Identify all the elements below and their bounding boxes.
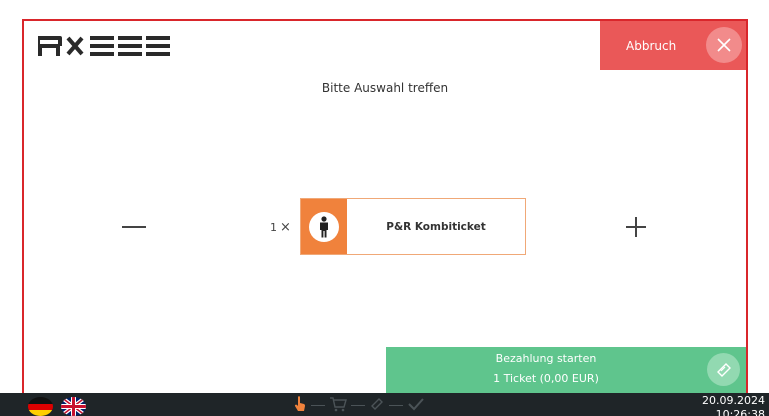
- hand-select-icon: [293, 395, 307, 416]
- german-flag-icon[interactable]: [28, 397, 53, 416]
- cart-icon: [329, 396, 347, 416]
- quantity-display: 1 ×: [270, 220, 291, 235]
- decrease-quantity-button[interactable]: [122, 217, 146, 237]
- date-text: 20.09.2024: [702, 394, 765, 407]
- start-payment-button[interactable]: Bezahlung starten 1 Ticket (0,00 EUR): [386, 347, 746, 393]
- status-bar: 20.09.2024 10:26:38: [0, 393, 769, 416]
- time-text: 10:26:38: [715, 408, 765, 416]
- close-icon[interactable]: [706, 27, 742, 63]
- progress-steps: [293, 395, 425, 416]
- datetime-display: 20.09.2024 10:26:38: [702, 394, 765, 416]
- cancel-button[interactable]: Abbruch: [600, 21, 746, 70]
- uk-flag-icon[interactable]: [61, 397, 86, 416]
- cancel-label: Abbruch: [626, 38, 677, 53]
- payment-summary: 1 Ticket (0,00 EUR): [493, 372, 599, 385]
- instruction-text: Bitte Auswahl treffen: [321, 81, 449, 95]
- axess-logo: [38, 36, 170, 56]
- step-separator: [311, 404, 325, 407]
- payment-icon: [369, 396, 385, 416]
- payment-title: Bezahlung starten: [495, 352, 597, 365]
- step-separator: [351, 404, 365, 407]
- ticket-label: P&R Kombiticket: [386, 220, 486, 233]
- checkmark-icon: [407, 396, 425, 416]
- kiosk-frame: Abbruch Bitte Auswahl treffen 1 × P&R Ko…: [22, 19, 748, 395]
- step-separator: [389, 404, 403, 407]
- quantity-value: 1: [270, 221, 277, 234]
- ticket-icon-box: [301, 199, 347, 254]
- ticket-option-pr-kombiticket[interactable]: P&R Kombiticket: [300, 198, 526, 255]
- increase-quantity-button[interactable]: [626, 217, 646, 237]
- times-symbol: ×: [280, 220, 291, 235]
- person-icon: [309, 211, 339, 242]
- ticket-card-icon: [707, 353, 740, 386]
